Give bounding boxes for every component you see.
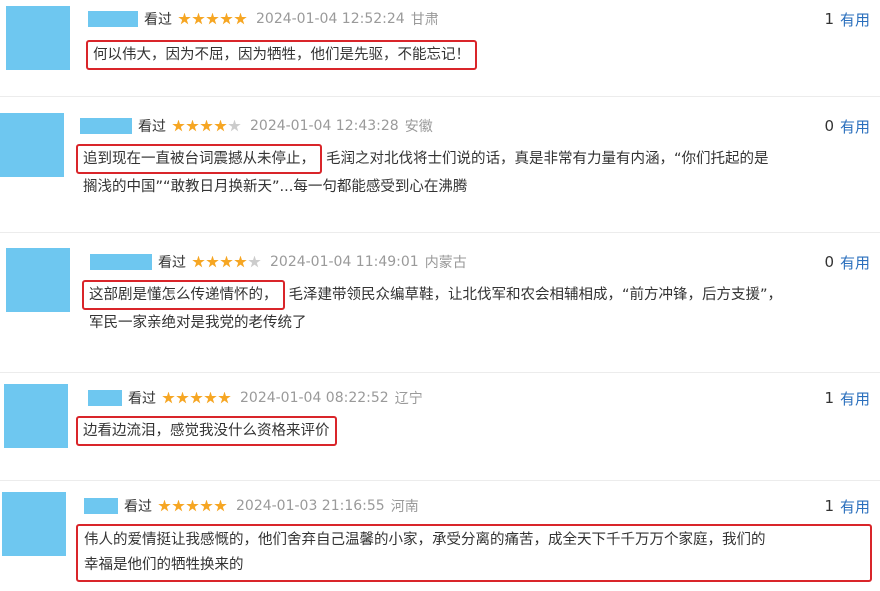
review-text-continued: 幸福是他们的牺牲换来的	[84, 557, 244, 573]
watched-label: 看过	[138, 119, 166, 135]
username-redacted[interactable]	[88, 390, 122, 406]
star-icon	[248, 255, 261, 268]
star-icon	[228, 119, 241, 132]
star-rating	[162, 391, 232, 405]
star-icon	[220, 12, 233, 25]
review-item: 看过 2024-01-04 12:43:28 安徽 0 有用 追到现在一直被台词…	[0, 96, 880, 233]
useful-count: 0	[824, 253, 834, 271]
review-meta: 看过 2024-01-04 08:22:52 辽宁	[88, 387, 423, 409]
star-icon	[200, 119, 213, 132]
useful-count: 1	[824, 497, 834, 515]
star-icon	[192, 12, 205, 25]
highlighted-text: 伟人的爱情挺让我感慨的，他们舍弃自己温馨的小家，承受分离的痛苦，成全天下千千万万…	[84, 532, 766, 548]
watched-label: 看过	[144, 12, 172, 28]
star-icon	[158, 499, 171, 512]
highlighted-text: 追到现在一直被台词震撼从未停止，	[76, 144, 322, 174]
review-datetime: 2024-01-04 12:43:28	[250, 118, 399, 134]
review-text-continued: 军民一家亲绝对是我党的老传统了	[89, 315, 307, 331]
useful-vote: 0 有用	[824, 251, 870, 273]
review-meta: 看过 2024-01-04 12:43:28 安徽	[80, 115, 433, 137]
review-item: 看过 2024-01-03 21:16:55 河南 1 有用 伟人的爱情挺让我感…	[0, 480, 880, 591]
review-content: 边看边流泪，感觉我没什么资格来评价	[76, 416, 337, 446]
useful-vote: 1 有用	[824, 387, 870, 409]
useful-count: 1	[824, 10, 834, 28]
star-icon	[218, 391, 231, 404]
star-icon	[234, 12, 247, 25]
username-redacted[interactable]	[84, 498, 118, 514]
star-icon	[186, 499, 199, 512]
avatar[interactable]	[6, 248, 70, 312]
useful-button[interactable]: 有用	[840, 388, 870, 409]
useful-button[interactable]: 有用	[840, 252, 870, 273]
review-datetime: 2024-01-03 21:16:55	[236, 498, 385, 514]
review-meta: 看过 2024-01-03 21:16:55 河南	[84, 495, 419, 517]
review-datetime: 2024-01-04 12:52:24	[256, 11, 405, 27]
review-content: 何以伟大，因为不屈，因为牺牲，他们是先驱，不能忘记！	[86, 40, 477, 70]
review-content: 这部剧是懂怎么传递情怀的， 毛泽建带领民众编草鞋，让北伐军和农会相辅相成，“前方…	[82, 280, 782, 337]
star-rating	[192, 255, 262, 269]
useful-count: 0	[824, 117, 834, 135]
review-location: 辽宁	[394, 391, 423, 407]
review-meta: 看过 2024-01-04 12:52:24 甘肃	[88, 8, 439, 30]
username-redacted[interactable]	[80, 118, 132, 134]
star-icon	[190, 391, 203, 404]
review-text-continued: 搁浅的中国”“敢教日月换新天”...每一句都能感受到心在沸腾	[83, 179, 468, 195]
review-text: 毛润之对北伐将士们说的话，真是非常有力量有内涵，“你们托起的是	[326, 150, 769, 167]
star-icon	[206, 255, 219, 268]
review-location: 内蒙古	[424, 255, 467, 271]
review-content: 伟人的爱情挺让我感慨的，他们舍弃自己温馨的小家，承受分离的痛苦，成全天下千千万万…	[76, 524, 872, 582]
star-icon	[234, 255, 247, 268]
star-rating	[172, 119, 242, 133]
useful-button[interactable]: 有用	[840, 496, 870, 517]
star-icon	[206, 12, 219, 25]
useful-vote: 0 有用	[824, 115, 870, 137]
useful-vote: 1 有用	[824, 495, 870, 517]
star-icon	[172, 499, 185, 512]
star-icon	[176, 391, 189, 404]
review-datetime: 2024-01-04 08:22:52	[240, 390, 389, 406]
star-icon	[192, 255, 205, 268]
star-icon	[204, 391, 217, 404]
star-icon	[214, 119, 227, 132]
review-location: 安徽	[404, 119, 433, 135]
star-icon	[178, 12, 191, 25]
highlighted-text: 边看边流泪，感觉我没什么资格来评价	[76, 416, 337, 446]
username-redacted[interactable]	[90, 254, 152, 270]
avatar[interactable]	[2, 492, 66, 556]
username-redacted[interactable]	[88, 11, 138, 27]
review-location: 河南	[390, 499, 419, 515]
star-icon	[172, 119, 185, 132]
useful-button[interactable]: 有用	[840, 9, 870, 30]
watched-label: 看过	[124, 499, 152, 515]
useful-button[interactable]: 有用	[840, 116, 870, 137]
star-icon	[220, 255, 233, 268]
star-icon	[186, 119, 199, 132]
star-rating	[178, 12, 248, 26]
highlighted-text: 何以伟大，因为不屈，因为牺牲，他们是先驱，不能忘记！	[86, 40, 477, 70]
useful-vote: 1 有用	[824, 8, 870, 30]
star-icon	[162, 391, 175, 404]
star-icon	[214, 499, 227, 512]
avatar[interactable]	[0, 113, 64, 177]
review-meta: 看过 2024-01-04 11:49:01 内蒙古	[90, 251, 467, 273]
highlighted-text: 这部剧是懂怎么传递情怀的，	[82, 280, 285, 310]
review-content: 追到现在一直被台词震撼从未停止， 毛润之对北伐将士们说的话，真是非常有力量有内涵…	[76, 144, 769, 201]
review-location: 甘肃	[410, 12, 439, 28]
watched-label: 看过	[128, 391, 156, 407]
watched-label: 看过	[158, 255, 186, 271]
star-icon	[200, 499, 213, 512]
useful-count: 1	[824, 389, 834, 407]
avatar[interactable]	[6, 6, 70, 70]
review-text: 毛泽建带领民众编草鞋，让北伐军和农会相辅相成，“前方冲锋，后方支援”，	[288, 286, 783, 303]
star-rating	[158, 499, 228, 513]
review-item: 看过 2024-01-04 08:22:52 辽宁 1 有用 边看边流泪，感觉我…	[0, 372, 880, 481]
review-item: 看过 2024-01-04 12:52:24 甘肃 1 有用 何以伟大，因为不屈…	[0, 0, 880, 97]
review-datetime: 2024-01-04 11:49:01	[270, 254, 419, 270]
review-item: 看过 2024-01-04 11:49:01 内蒙古 0 有用 这部剧是懂怎么传…	[0, 232, 880, 373]
avatar[interactable]	[4, 384, 68, 448]
